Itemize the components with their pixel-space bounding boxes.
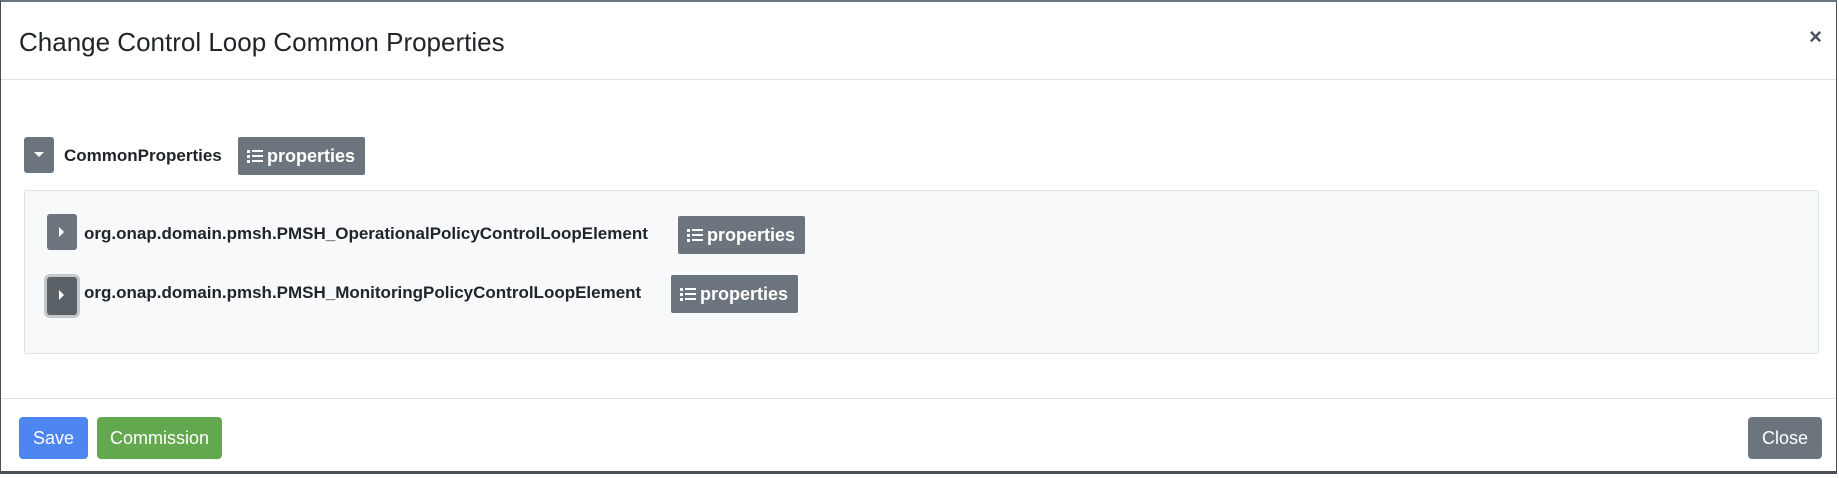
commission-button[interactable]: Commission — [97, 417, 222, 459]
tree-children-panel: org.onap.domain.pmsh.PMSH_OperationalPol… — [24, 190, 1819, 354]
caret-down-icon — [34, 152, 44, 157]
modal-title: Change Control Loop Common Properties — [19, 27, 505, 57]
tree-child-label-monitoring: org.onap.domain.pmsh.PMSH_MonitoringPoli… — [84, 283, 642, 302]
close-button[interactable]: Close — [1748, 417, 1822, 459]
list-icon — [247, 149, 263, 163]
modal-body: CommonProperties properties org.onap.dom… — [1, 80, 1836, 398]
tree-root-label: CommonProperties — [64, 146, 222, 165]
modal-footer: Save Commission Close — [1, 398, 1836, 474]
properties-label: properties — [267, 146, 356, 166]
child-expand-toggle-operational[interactable] — [47, 214, 77, 250]
caret-right-icon — [59, 227, 64, 237]
list-icon — [680, 287, 696, 301]
child-properties-button-monitoring[interactable]: properties — [671, 275, 799, 313]
close-icon[interactable]: × — [1809, 24, 1822, 50]
caret-right-icon — [59, 290, 64, 300]
child-expand-toggle-monitoring[interactable] — [47, 277, 77, 315]
properties-label: properties — [707, 225, 796, 245]
list-icon — [687, 228, 703, 242]
save-button[interactable]: Save — [19, 417, 88, 459]
properties-label: properties — [700, 284, 789, 304]
tree-child-label-operational: org.onap.domain.pmsh.PMSH_OperationalPol… — [84, 224, 648, 243]
root-properties-button[interactable]: properties — [238, 137, 366, 175]
modal-dialog: Change Control Loop Common Properties × … — [0, 0, 1837, 474]
child-properties-button-operational[interactable]: properties — [678, 216, 806, 254]
modal-header: Change Control Loop Common Properties × — [1, 2, 1836, 80]
root-collapse-toggle[interactable] — [24, 137, 54, 173]
